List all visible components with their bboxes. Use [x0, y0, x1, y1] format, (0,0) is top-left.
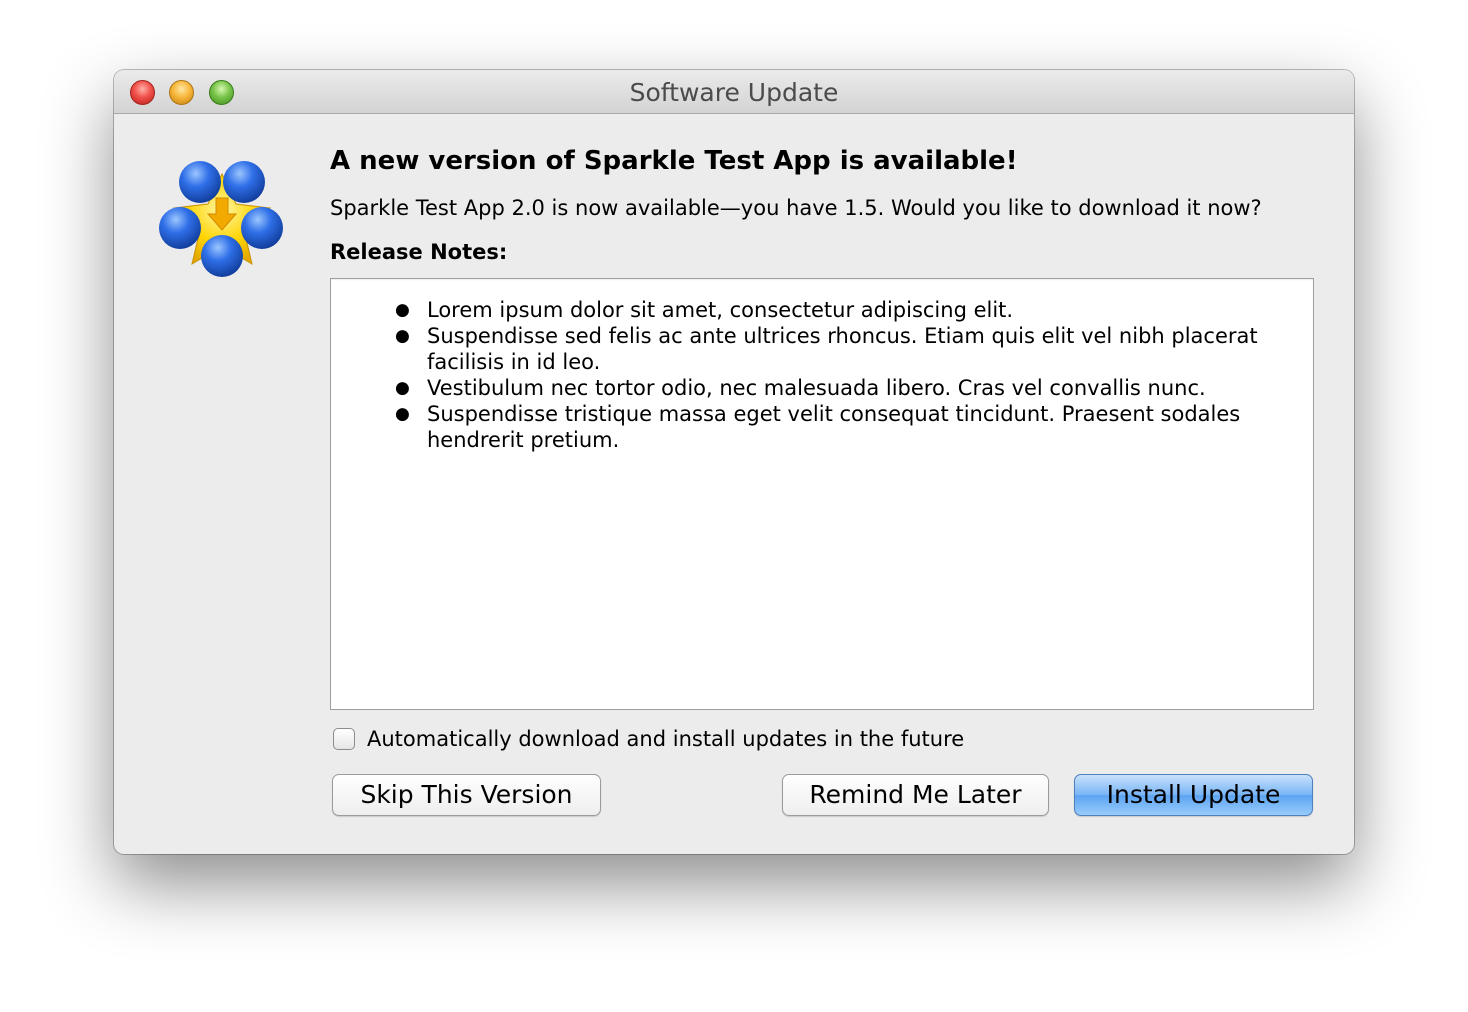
release-notes-label: Release Notes:: [330, 240, 508, 264]
auto-update-checkbox[interactable]: [333, 728, 355, 750]
update-headline: A new version of Sparkle Test App is ava…: [330, 146, 1018, 176]
sparkle-app-icon: [159, 161, 283, 277]
update-subtext: Sparkle Test App 2.0 is now available—yo…: [330, 196, 1262, 220]
install-update-button[interactable]: Install Update: [1074, 774, 1313, 816]
auto-update-label[interactable]: Automatically download and install updat…: [367, 727, 964, 751]
list-item: Suspendisse tristique massa eget velit c…: [395, 401, 1273, 453]
title-bar[interactable]: Software Update: [114, 70, 1354, 114]
list-item: Lorem ipsum dolor sit amet, consectetur …: [395, 297, 1273, 323]
list-item: Vestibulum nec tortor odio, nec malesuad…: [395, 375, 1273, 401]
software-update-window: Software Update A new version of Sparkle…: [114, 70, 1354, 854]
auto-update-row[interactable]: Automatically download and install updat…: [333, 726, 964, 752]
release-notes-list: Lorem ipsum dolor sit amet, consectetur …: [395, 297, 1273, 453]
list-item: Suspendisse sed felis ac ante ultrices r…: [395, 323, 1273, 375]
window-title: Software Update: [629, 78, 839, 107]
skip-version-button[interactable]: Skip This Version: [332, 774, 601, 816]
remind-later-button[interactable]: Remind Me Later: [782, 774, 1049, 816]
release-notes-view[interactable]: Lorem ipsum dolor sit amet, consectetur …: [330, 278, 1314, 710]
